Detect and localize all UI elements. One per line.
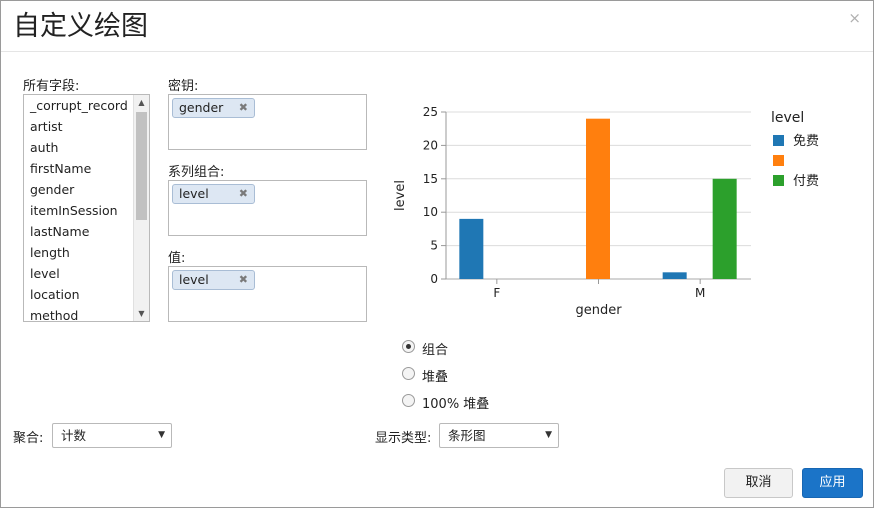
legend-label-3: 付费 (793, 174, 819, 189)
custom-plot-dialog: 自定义绘图 × 所有字段: _corrupt_record artist auth f… (0, 0, 874, 508)
field-item[interactable]: firstName (24, 158, 149, 179)
remove-tag-icon[interactable]: ✖ (239, 99, 248, 117)
cancel-button[interactable]: 取消 (724, 468, 793, 498)
radio-grouped[interactable] (402, 340, 415, 353)
keys-drop-zone[interactable]: gender ✖ (168, 94, 367, 150)
dialog-title: 自定义绘图 (13, 11, 148, 42)
y-tick-label: 25 (423, 105, 438, 119)
bar-2-2 (586, 118, 610, 280)
mode-option-label: 堆叠 (422, 370, 449, 385)
legend-swatch-1 (773, 135, 784, 146)
close-icon[interactable]: × (848, 11, 861, 26)
chevron-down-icon: ▼ (545, 430, 552, 440)
legend-swatch-2 (773, 155, 784, 166)
y-axis-label: level (393, 180, 408, 211)
field-item[interactable]: auth (24, 137, 149, 158)
field-item[interactable]: itemInSession (24, 200, 149, 221)
series-tag[interactable]: level ✖ (172, 184, 255, 204)
field-item[interactable]: level (24, 263, 149, 284)
field-item[interactable]: method (24, 305, 149, 321)
display-type-value: 条形图 (448, 428, 486, 443)
y-tick-label: 0 (430, 272, 438, 286)
field-item[interactable]: lastName (24, 221, 149, 242)
header-divider (1, 51, 873, 52)
remove-tag-icon[interactable]: ✖ (239, 185, 248, 203)
bar-1-1 (459, 218, 484, 279)
legend-title: level (771, 110, 804, 126)
y-tick-label: 15 (423, 172, 438, 186)
all-fields-label: 所有字段: (23, 79, 80, 94)
field-item[interactable]: location (24, 284, 149, 305)
values-label: 值: (168, 251, 186, 266)
display-type-label: 显示类型: (375, 431, 432, 446)
aggregation-label: 聚合: (13, 431, 44, 446)
field-items: _corrupt_record artist auth firstName gender… (24, 95, 149, 321)
field-item[interactable]: gender (24, 179, 149, 200)
bar-3-3 (712, 178, 737, 279)
field-list-scrollbar[interactable]: ▲ ▼ (133, 95, 149, 321)
series-label: 系列组合: (168, 165, 225, 180)
legend-swatch-3 (773, 175, 784, 186)
keys-tag-label: gender (179, 100, 224, 115)
scrollbar-thumb[interactable] (136, 112, 147, 220)
series-tag-label: level (179, 186, 209, 201)
keys-tag[interactable]: gender ✖ (172, 98, 255, 118)
apply-button[interactable]: 应用 (802, 468, 863, 498)
mode-option-label: 组合 (422, 343, 449, 358)
series-drop-zone[interactable]: level ✖ (168, 180, 367, 236)
remove-tag-icon[interactable]: ✖ (239, 271, 248, 289)
scroll-down-arrow-icon[interactable]: ▼ (134, 306, 149, 321)
y-tick-label: 5 (430, 239, 438, 253)
field-item[interactable]: length (24, 242, 149, 263)
x-tick-label: M (695, 286, 705, 300)
all-fields-list[interactable]: _corrupt_record artist auth firstName gender… (23, 94, 150, 322)
bar-1-3 (662, 272, 687, 279)
legend-label-1: 免费 (793, 134, 819, 149)
chevron-down-icon: ▼ (158, 430, 165, 440)
values-tag-label: level (179, 272, 209, 287)
radio-stacked[interactable] (402, 367, 415, 380)
x-axis-label: gender (575, 303, 622, 318)
keys-label: 密钥: (168, 79, 199, 94)
display-type-select[interactable]: 条形图 ▼ (439, 423, 559, 448)
mode-option-label: 100% 堆叠 (422, 397, 490, 412)
bar-chart: 0 5 10 15 20 25 F Mgender level level 免费付费 (393, 105, 819, 318)
radio-stacked-100[interactable] (402, 394, 415, 407)
y-tick-label: 10 (423, 205, 438, 219)
values-drop-zone[interactable]: level ✖ (168, 266, 367, 322)
field-item[interactable]: _corrupt_record (24, 95, 149, 116)
aggregation-select[interactable]: 计数 ▼ (52, 423, 172, 448)
scroll-up-arrow-icon[interactable]: ▲ (134, 95, 149, 110)
values-tag[interactable]: level ✖ (172, 270, 255, 290)
field-item[interactable]: artist (24, 116, 149, 137)
y-tick-label: 20 (423, 138, 438, 152)
aggregation-value: 计数 (61, 428, 87, 443)
x-tick-label: F (493, 286, 500, 300)
